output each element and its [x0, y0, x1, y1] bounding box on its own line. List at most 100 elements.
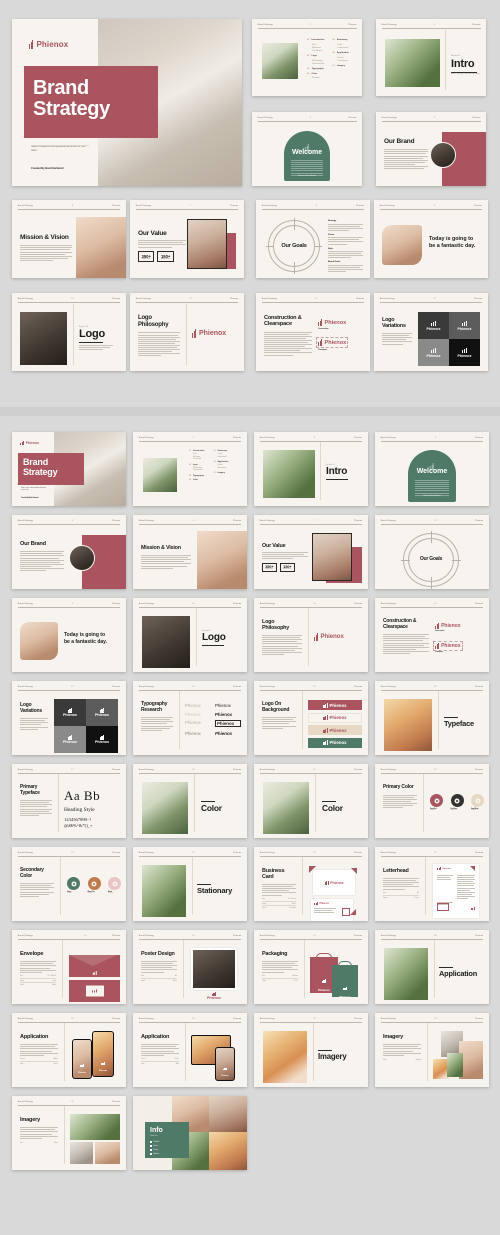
welcome-footer: Phienox Brand Manual	[297, 175, 317, 177]
slide-our-value[interactable]: Brand Strategy 7 Phienox Our Value 350+ …	[130, 200, 244, 278]
slide-intro-thumb[interactable]: Brand Strategy 3 Phienox Section 01 Intro	[254, 432, 368, 506]
phienox-mark-icon	[470, 907, 475, 910]
phone-mockup-back: Phienox	[72, 1039, 92, 1079]
slide-imagery-collage-thumb[interactable]: Brand Strategy 33 Phienox Imagery Style Nat…	[375, 1013, 489, 1087]
slide-stationary-thumb[interactable]: Brand Strategy 22 Phienox Stationary	[133, 847, 247, 921]
quote-line2: be a fantastic day.	[429, 243, 476, 250]
slide-business-card-thumb[interactable]: Brand Strategy 23 Phienox Business Card Si…	[254, 847, 368, 921]
slide-cover-thumb[interactable]: Phienox Brand Strategy Need to create a …	[12, 432, 126, 506]
construction-title: Construction & Clearspace	[264, 315, 302, 328]
template-preview-page: Phienox Brand Strategy Need to create a …	[0, 0, 500, 1235]
slide-logo-philosophy[interactable]: Brand Strategy 11 Phienox Logo Philosoph…	[130, 293, 244, 371]
slide-app-tablet-thumb[interactable]: Brand Strategy 30 Phienox Application Devi…	[133, 1013, 247, 1087]
typeface-sample: Aa Bb	[64, 788, 101, 803]
logo-title: Logo	[79, 328, 106, 340]
phienox-mark-icon	[431, 320, 436, 326]
value-title: Our Value	[138, 230, 167, 237]
phienox-mark-icon	[323, 740, 328, 745]
welcome-arch: Welcome Phienox Brand Manual	[284, 131, 330, 181]
slide-our-goals[interactable]: Brand Strategy 8 Phienox Our Goals Strat…	[256, 200, 370, 278]
info-block: Info Thank You Website Email Phone Addre…	[145, 1122, 189, 1158]
slide-logo[interactable]: Brand Strategy 10 Phienox Section 02 Log…	[12, 293, 126, 371]
slide-imagery-thumb[interactable]: Brand Strategy 31 Phienox Imagery	[254, 1013, 368, 1087]
slide-imagery-grid-thumb[interactable]: Brand Strategy 32 Phienox Imagery Tone Warm	[12, 1096, 126, 1170]
phienox-mark-icon	[222, 1067, 228, 1070]
slide-application-thumb[interactable]: Brand Strategy 28 Phienox Application	[375, 930, 489, 1004]
slide-quote-thumb[interactable]: Brand Strategy 9 Phienox Today is going to…	[12, 598, 126, 672]
logo-background-bar: Phienox	[308, 737, 362, 748]
slide-philosophy-thumb[interactable]: Brand Strategy 11 Phienox Logo Philosophy …	[254, 598, 368, 672]
phienox-mark-icon	[462, 320, 467, 326]
logo-background-bar: Phienox	[308, 700, 362, 710]
cover-title-block: Brand Strategy	[24, 66, 158, 138]
phienox-mark-icon	[435, 623, 440, 629]
slide-our-brand-thumb[interactable]: Brand Strategy 5 Phienox Our Brand	[12, 515, 126, 589]
header-page: 2	[309, 24, 312, 27]
phienox-mark-icon	[92, 971, 97, 975]
phienox-mark-icon	[435, 643, 440, 649]
slide-letterhead-thumb[interactable]: Brand Strategy 24 Phienox Letterhead Size A…	[375, 847, 489, 921]
type-sample: Phienox	[215, 730, 233, 736]
phienox-mark-icon	[437, 867, 442, 870]
slide-our-value-thumb[interactable]: Brand Strategy 7 Phienox Our Value 350+ Hap…	[254, 515, 368, 589]
slide-app-mobile-thumb[interactable]: Brand Strategy 29 Phienox Application Devi…	[12, 1013, 126, 1087]
slide-header: Brand Strategy 2 Phienox	[257, 24, 357, 30]
phienox-mark-icon	[318, 339, 323, 346]
slide-our-brand[interactable]: Brand Strategy 5 Phienox Our Brand	[376, 112, 486, 186]
slide-mission-thumb[interactable]: Brand Strategy 6 Phienox Mission & Vision	[133, 515, 247, 589]
goal-item: Brand Goals	[328, 261, 363, 272]
phienox-mark-icon	[324, 880, 329, 885]
color-swatch: Dark Grey #333333	[450, 794, 464, 811]
slide-logo-variations[interactable]: Brand Strategy 13 Phienox Logo Variation…	[374, 293, 488, 371]
logo-photo	[20, 312, 67, 365]
slide-typography-thumb[interactable]: Brand Strategy 14 Phienox Typography Resea…	[133, 681, 247, 755]
slide-mission-vision[interactable]: Brand Strategy 6 Phienox Mission & Visio…	[12, 200, 126, 278]
intro-photo	[385, 39, 440, 87]
slide-welcome[interactable]: Brand Strategy 4 Phienox Welcome Phienox…	[252, 112, 362, 186]
intro-title: Intro	[451, 58, 475, 70]
color-swatch: Green #4f7a68	[67, 877, 80, 894]
slide-envelope-thumb[interactable]: Brand Strategy 25 Phienox Envelope Size DL …	[12, 930, 126, 1004]
intro-caption: Brand Strategy Guideline Document	[451, 74, 480, 76]
color-swatch: Sand Beige #e6d9c3	[471, 794, 484, 811]
slide-construction-thumb[interactable]: Brand Strategy 12 Phienox Construction & C…	[375, 598, 489, 672]
cover-credit: Created By Basil Harlward	[31, 167, 64, 170]
stat-badge: 150+ Award Winner	[157, 251, 174, 263]
typeface-style: Heading Style	[64, 807, 95, 813]
variation-tile: Phienox	[449, 312, 480, 339]
slide-primary-typeface-thumb[interactable]: Brand Strategy 17 Phienox Primary Typeface…	[12, 764, 126, 838]
type-sample: Phienox	[185, 711, 201, 717]
slide-cover[interactable]: Phienox Brand Strategy Need to create a …	[12, 19, 242, 186]
slide-variations-thumb[interactable]: Brand Strategy 13 Phienox Logo Variations …	[12, 681, 126, 755]
slide-intro[interactable]: Brand Strategy 3 Phienox Section 01 Intr…	[376, 19, 486, 96]
phienox-mark-icon	[29, 40, 34, 49]
header-left: Brand Strategy	[257, 24, 273, 27]
slide-info-thumb[interactable]: Info Thank You Website Email Phone Addre…	[133, 1096, 247, 1170]
slide-typeface-thumb[interactable]: Brand Strategy 16 Phienox Typeface	[375, 681, 489, 755]
slide-toc[interactable]: Brand Strategy 2 Phienox 01. Introduction…	[252, 19, 362, 96]
phienox-mark-icon	[323, 727, 328, 733]
slide-our-goals-thumb[interactable]: Brand Strategy 8 Phienox Our Goals	[375, 515, 489, 589]
slide-packaging-thumb[interactable]: Brand Strategy 27 Phienox Packaging Size Me…	[254, 930, 368, 1004]
slide-color-thumb-a[interactable]: Brand Strategy 18 Phienox Color	[133, 764, 247, 838]
slide-secondary-color-thumb[interactable]: Brand Strategy 21 Phienox Secondary Color …	[12, 847, 126, 921]
slide-logo-on-background-thumb[interactable]: Brand Strategy 15 Phienox Logo On Backgrou…	[254, 681, 368, 755]
our-brand-photo	[430, 142, 456, 168]
goal-item: Strategy	[328, 220, 363, 231]
slide-poster-thumb[interactable]: Brand Strategy 26 Phienox Poster Design Si…	[133, 930, 247, 1004]
slide-welcome-thumb[interactable]: Brand Strategy 4 Phienox Welcome Phienox B…	[375, 432, 489, 506]
slide-logo-thumb[interactable]: Brand Strategy 10 Phienox Section 02 Logo	[133, 598, 247, 672]
goals-title: Our Goals	[281, 242, 307, 249]
type-sample: Phienox	[215, 711, 233, 717]
slide-construction[interactable]: Brand Strategy 12 Phienox Construction &…	[256, 293, 370, 371]
showcase-panel: Phienox Brand Strategy Need to create a …	[0, 0, 500, 407]
value-photo	[187, 219, 227, 269]
phienox-mark-icon	[321, 979, 327, 983]
slide-toc-thumb[interactable]: Brand Strategy 2 Phienox 01. Introduction I…	[133, 432, 247, 506]
slide-color-thumb-b[interactable]: Brand Strategy 19 Phienox Color	[254, 764, 368, 838]
slide-primary-color-thumb[interactable]: Brand Strategy 20 Phienox Primary Color Ro…	[375, 764, 489, 838]
phienox-mark-icon	[79, 1064, 85, 1067]
type-sample: Phienox	[215, 703, 231, 708]
typeface-numerals: 1234567890~!	[64, 817, 91, 822]
slide-quote[interactable]: Brand Strategy 9 Phienox Today is going …	[374, 200, 488, 278]
